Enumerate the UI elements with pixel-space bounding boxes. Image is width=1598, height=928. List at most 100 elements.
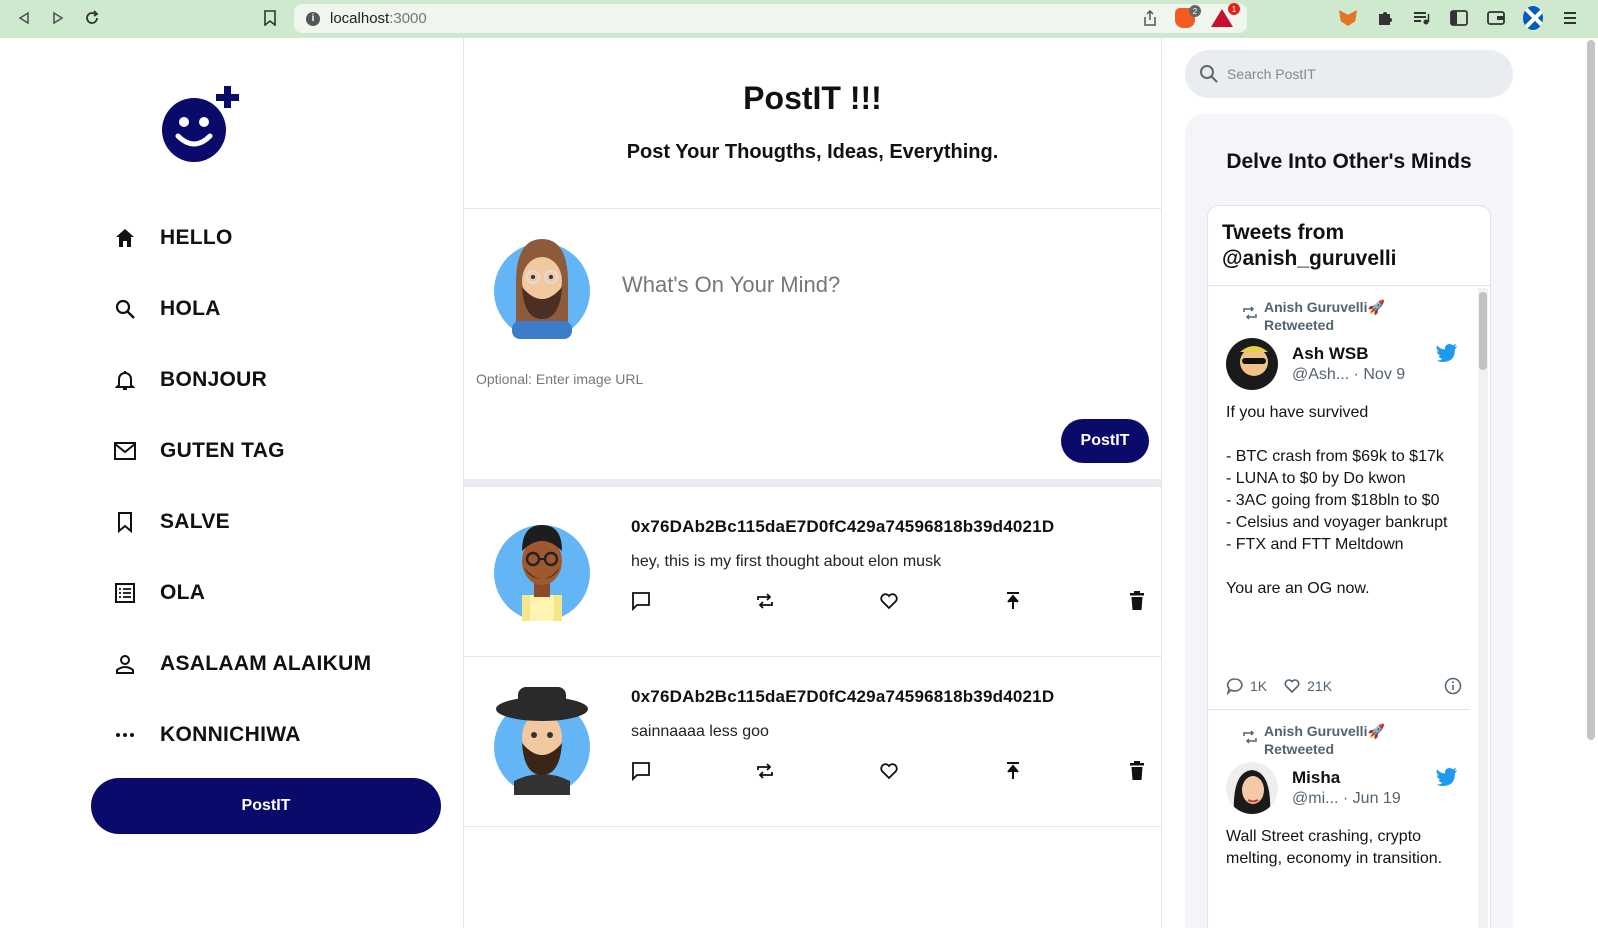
- reply-button[interactable]: 1K: [1226, 677, 1267, 695]
- nav-buttons: [14, 8, 102, 28]
- tweet-author-handle[interactable]: @Ash... · Nov 9: [1292, 366, 1405, 384]
- search-bar[interactable]: [1185, 50, 1513, 98]
- reload-icon: [86, 10, 99, 24]
- sidebar-toggle-button[interactable]: [1449, 8, 1469, 28]
- widget-title: Delve Into Other's Minds: [1226, 150, 1472, 173]
- page-scrollbar[interactable]: [1585, 38, 1595, 740]
- timeline-scrollbar[interactable]: [1478, 288, 1488, 928]
- comment-icon[interactable]: [629, 759, 653, 783]
- user-avatar: [494, 239, 590, 339]
- tweet-author-avatar[interactable]: [1226, 762, 1278, 814]
- site-info-icon[interactable]: i: [306, 11, 320, 26]
- tweet-author-name[interactable]: Misha: [1292, 768, 1340, 788]
- nav-label: KONNICHIWA: [160, 722, 301, 746]
- twitter-bird-icon[interactable]: [1436, 768, 1458, 786]
- media-controls-button[interactable]: [1412, 8, 1432, 28]
- nav-item-guten-tag[interactable]: GUTEN TAG: [112, 415, 371, 486]
- post-author[interactable]: 0x76DAb2Bc115daE7D0fC429a74596818b39d402…: [631, 687, 1054, 707]
- url-host: localhost: [330, 10, 390, 27]
- post-text: sainnaaaa less goo: [631, 723, 769, 740]
- nav-item-salve[interactable]: SALVE: [112, 486, 371, 557]
- sidebar-post-button[interactable]: PostIT: [91, 778, 441, 834]
- tweet-author-avatar[interactable]: [1226, 338, 1278, 390]
- bookmark-page-button[interactable]: [260, 8, 280, 28]
- tweet-item[interactable]: Anish Guruvelli🚀 Retweeted Ash WSB @Ash.…: [1208, 286, 1470, 710]
- comment-icon[interactable]: [629, 589, 653, 613]
- info-icon[interactable]: [1444, 677, 1462, 695]
- nav-label: ASALAAM ALAIKUM: [160, 651, 372, 675]
- nav-item-hello[interactable]: HELLO: [112, 202, 371, 273]
- brave-shields-icon[interactable]: 2: [1175, 5, 1201, 28]
- tweet-actions: 1K 21K: [1226, 677, 1462, 695]
- tweet-item[interactable]: Anish Guruvelli🚀 Retweeted Misha @mi... …: [1208, 710, 1470, 928]
- search-icon: [1200, 65, 1218, 83]
- scrollbar-thumb[interactable]: [1479, 292, 1487, 370]
- like-button[interactable]: 21K: [1283, 677, 1332, 695]
- feed-header: PostIT !!! Post Your Thougths, Ideas, Ev…: [464, 38, 1161, 209]
- reload-button[interactable]: [82, 8, 102, 28]
- menu-button[interactable]: [1560, 8, 1580, 28]
- tweet-author-name[interactable]: Ash WSB: [1292, 344, 1369, 364]
- post-text-input[interactable]: [622, 272, 1122, 298]
- forward-button[interactable]: [48, 8, 68, 28]
- shields-count-badge: 2: [1189, 5, 1201, 17]
- nav-item-hola[interactable]: HOLA: [112, 273, 371, 344]
- back-button[interactable]: [14, 8, 34, 28]
- profile-button[interactable]: [1523, 6, 1543, 30]
- nav-item-bonjour[interactable]: BONJOUR: [112, 344, 371, 415]
- share-icon[interactable]: [1143, 9, 1157, 31]
- tweet-text: If you have survived - BTC crash from $6…: [1226, 404, 1448, 597]
- nav-item-asalaam-alaikum[interactable]: ASALAAM ALAIKUM: [112, 628, 371, 699]
- sidebar-icon: [1450, 10, 1468, 26]
- post-text: hey, this is my first thought about elon…: [631, 553, 942, 570]
- nav-item-ola[interactable]: OLA: [112, 557, 371, 628]
- retweet-icon: [1243, 306, 1257, 320]
- retweeted-by: Anish Guruvelli🚀 Retweeted: [1264, 299, 1385, 333]
- feed-divider: [464, 479, 1161, 487]
- right-panel: Delve Into Other's Minds Tweets from @an…: [1162, 38, 1598, 928]
- image-url-input[interactable]: [476, 371, 876, 387]
- page-subtitle: Post Your Thougths, Ideas, Everything.: [626, 141, 999, 163]
- playlist-icon: [1414, 12, 1430, 25]
- twitter-bird-icon[interactable]: [1436, 344, 1458, 362]
- list-icon: [112, 580, 138, 606]
- extensions-button[interactable]: [1375, 8, 1395, 28]
- nav-label: GUTEN TAG: [160, 438, 285, 462]
- back-icon: [18, 11, 29, 25]
- delete-icon[interactable]: [1125, 589, 1149, 613]
- nav-label: HOLA: [160, 296, 221, 320]
- brave-rewards-icon[interactable]: 1: [1211, 3, 1240, 27]
- reply-icon: [1226, 678, 1243, 695]
- bookmark-icon: [264, 10, 276, 26]
- repost-icon[interactable]: [753, 589, 777, 613]
- home-icon: [112, 225, 138, 251]
- person-icon: [112, 651, 138, 677]
- upload-icon[interactable]: [1001, 759, 1025, 783]
- app-logo-icon[interactable]: [162, 86, 242, 162]
- tweet-text: Wall Street crashing, crypto melting, ec…: [1226, 828, 1443, 867]
- search-icon: [112, 296, 138, 322]
- feed-column: PostIT !!! Post Your Thougths, Ideas, Ev…: [463, 38, 1162, 928]
- heart-icon[interactable]: [877, 589, 901, 613]
- page-scrollbar-thumb[interactable]: [1587, 40, 1595, 740]
- wallet-button[interactable]: [1486, 8, 1506, 28]
- delete-icon[interactable]: [1125, 759, 1149, 783]
- twitter-timeline[interactable]: Tweets from @anish_guruvelli Anish Guruv…: [1207, 205, 1491, 928]
- more-icon: [112, 722, 138, 748]
- tweet-author-handle[interactable]: @mi... · Jun 19: [1292, 790, 1401, 808]
- forward-icon: [53, 11, 64, 25]
- post-author[interactable]: 0x76DAb2Bc115daE7D0fC429a74596818b39d402…: [631, 517, 1054, 537]
- bookmark-icon: [112, 509, 138, 535]
- composer-post-button[interactable]: PostIT: [1061, 419, 1149, 463]
- nav-label: OLA: [160, 580, 206, 604]
- address-bar[interactable]: i localhost:3000 2 1: [294, 3, 1247, 33]
- search-input[interactable]: [1227, 66, 1487, 82]
- repost-icon[interactable]: [753, 759, 777, 783]
- heart-icon[interactable]: [877, 759, 901, 783]
- left-sidebar: HELLO HOLA BONJOUR GUTEN TAG SALVE OLA A…: [0, 38, 463, 928]
- metamask-extension[interactable]: [1338, 8, 1358, 28]
- nav-item-konnichiwa[interactable]: KONNICHIWA: [112, 699, 371, 770]
- page-title: PostIT !!!: [743, 80, 882, 116]
- retweeted-by: Anish Guruvelli🚀 Retweeted: [1264, 723, 1385, 757]
- upload-icon[interactable]: [1001, 589, 1025, 613]
